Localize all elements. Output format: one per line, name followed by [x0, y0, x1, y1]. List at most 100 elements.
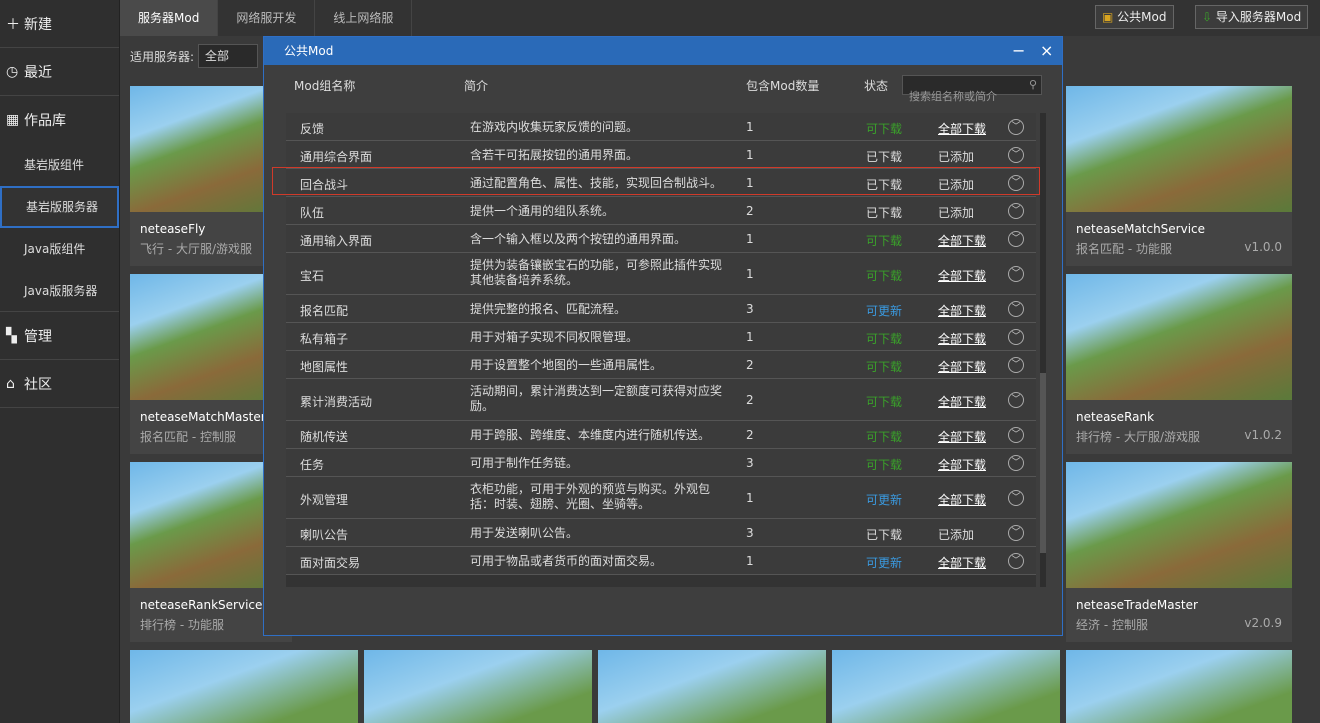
row-action[interactable]: 全部下载: [938, 428, 986, 445]
table-row[interactable]: 任务 可用于制作任务链。 3 可下载 全部下载 ﹀: [286, 449, 1036, 477]
card-subtitle: 排行榜 - 功能服: [140, 618, 224, 632]
mod-card[interactable]: neteaseTradeMaster 经济 - 控制服 v2.0.9: [1066, 462, 1292, 642]
chevron-down-icon[interactable]: ﹀: [1008, 147, 1024, 163]
chevron-down-icon[interactable]: ﹀: [1008, 553, 1024, 569]
row-action[interactable]: 全部下载: [938, 330, 986, 347]
nav-java-server[interactable]: Java版服务器: [0, 270, 119, 312]
minimize-icon[interactable]: −: [1012, 37, 1025, 65]
row-desc: 用于设置整个地图的一些通用属性。: [470, 357, 663, 372]
search-icon[interactable]: ⚲: [1029, 76, 1037, 94]
row-name: 面对面交易: [300, 556, 361, 570]
row-action: 已添加: [938, 150, 975, 164]
table-row[interactable]: 私有箱子 用于对箱子实现不同权限管理。 1 可下载 全部下载 ﹀: [286, 323, 1036, 351]
tab-network-dev[interactable]: 网络服开发: [218, 0, 316, 36]
table-row[interactable]: 报名匹配 提供完整的报名、匹配流程。 3 可更新 全部下载 ﹀: [286, 295, 1036, 323]
row-count: 1: [746, 148, 754, 162]
nav-bedrock-component[interactable]: 基岩版组件: [0, 144, 119, 186]
card-title: neteaseRank: [1076, 410, 1155, 424]
row-desc: 衣柜功能，可用于外观的预览与购买。外观包括：时装、翅膀、光圈、坐骑等。: [470, 482, 711, 511]
chevron-down-icon[interactable]: ﹀: [1008, 203, 1024, 219]
public-mod-button[interactable]: ▣ 公共Mod: [1095, 5, 1174, 29]
table-row[interactable]: 随机传送 用于跨服、跨维度、本维度内进行随机传送。 2 可下载 全部下载 ﹀: [286, 421, 1036, 449]
col-desc: 简介: [464, 79, 489, 93]
row-desc: 用于发送喇叭公告。: [470, 525, 579, 540]
mod-card-thumbnail[interactable]: [832, 650, 1060, 723]
row-count: 1: [746, 554, 754, 568]
row-action[interactable]: 全部下载: [938, 302, 986, 319]
chevron-down-icon[interactable]: ﹀: [1008, 266, 1024, 282]
card-title: neteaseTradeMaster: [1076, 598, 1198, 612]
row-name: 报名匹配: [300, 304, 349, 318]
chevron-down-icon[interactable]: ﹀: [1008, 329, 1024, 345]
row-count: 1: [746, 330, 754, 344]
mod-card-thumbnail[interactable]: [1066, 650, 1292, 723]
row-count: 3: [746, 456, 754, 470]
table-row[interactable]: 通用输入界面 含一个输入框以及两个按钮的通用界面。 1 可下载 全部下载 ﹀: [286, 225, 1036, 253]
table-row[interactable]: 地图属性 用于设置整个地图的一些通用属性。 2 可下载 全部下载 ﹀: [286, 351, 1036, 379]
chevron-down-icon[interactable]: ﹀: [1008, 301, 1024, 317]
nav-works[interactable]: ▦ 作品库: [0, 96, 119, 144]
row-status: 已下载: [866, 528, 903, 542]
row-action[interactable]: 全部下载: [938, 267, 986, 284]
home-icon: ⌂: [6, 375, 15, 392]
chevron-down-icon[interactable]: ﹀: [1008, 490, 1024, 506]
mod-card[interactable]: neteaseMatchService 报名匹配 - 功能服 v1.0.0: [1066, 86, 1292, 266]
tab-online-network[interactable]: 线上网络服: [315, 0, 413, 36]
card-version: v2.0.9: [1244, 616, 1282, 630]
card-thumbnail: [1066, 462, 1292, 588]
nav-bedrock-server[interactable]: 基岩版服务器: [0, 186, 119, 228]
table-row[interactable]: 面对面交易 可用于物品或者货币的面对面交易。 1 可更新 全部下载 ﹀: [286, 547, 1036, 575]
row-status: 可下载: [866, 234, 903, 248]
mod-card-thumbnail[interactable]: [364, 650, 592, 723]
table-row[interactable]: 喇叭公告 用于发送喇叭公告。 3 已下载 已添加 ﹀: [286, 519, 1036, 547]
row-action[interactable]: 全部下载: [938, 120, 986, 137]
card-thumbnail: [1066, 86, 1292, 212]
table-row[interactable]: 宝石 提供为装备镶嵌宝石的功能，可参照此插件实现其他装备培养系统。 1 可下载 …: [286, 253, 1036, 295]
chevron-down-icon[interactable]: ﹀: [1008, 392, 1024, 408]
import-mod-button[interactable]: ⇩ 导入服务器Mod: [1195, 5, 1309, 29]
nav-community[interactable]: ⌂ 社区: [0, 360, 119, 408]
card-subtitle: 报名匹配 - 功能服: [1076, 242, 1172, 256]
nav-manage[interactable]: ▚ 管理: [0, 312, 119, 360]
chevron-down-icon[interactable]: ﹀: [1008, 455, 1024, 471]
row-action[interactable]: 全部下载: [938, 358, 986, 375]
row-desc: 含若干可拓展按钮的通用界面。: [470, 147, 639, 162]
row-name: 通用综合界面: [300, 150, 373, 164]
chevron-down-icon[interactable]: ﹀: [1008, 525, 1024, 541]
chevron-down-icon[interactable]: ﹀: [1008, 357, 1024, 373]
table-row[interactable]: 反馈 在游戏内收集玩家反馈的问题。 1 可下载 全部下载 ﹀: [286, 113, 1036, 141]
dialog-titlebar: 公共Mod − ×: [264, 37, 1062, 65]
table-row[interactable]: 外观管理 衣柜功能，可用于外观的预览与购买。外观包括：时装、翅膀、光圈、坐骑等。…: [286, 477, 1036, 519]
table-header: Mod组名称 简介 包含Mod数量 状态 搜索组名称或简介 ⚲: [264, 65, 1062, 105]
row-action[interactable]: 全部下载: [938, 491, 986, 508]
row-desc: 提供一个通用的组队系统。: [470, 203, 615, 218]
table-row[interactable]: 队伍 提供一个通用的组队系统。 2 已下载 已添加 ﹀: [286, 197, 1036, 225]
nav-java-component[interactable]: Java版组件: [0, 228, 119, 270]
mod-card-thumbnail[interactable]: [598, 650, 826, 723]
close-icon[interactable]: ×: [1040, 37, 1053, 65]
chevron-down-icon[interactable]: ﹀: [1008, 427, 1024, 443]
chevron-down-icon[interactable]: ﹀: [1008, 119, 1024, 135]
mod-card[interactable]: neteaseRank 排行榜 - 大厅服/游戏服 v1.0.2: [1066, 274, 1292, 454]
col-count: 包含Mod数量: [746, 79, 820, 93]
tab-server-mod[interactable]: 服务器Mod: [120, 0, 219, 36]
row-action[interactable]: 全部下载: [938, 232, 986, 249]
row-action[interactable]: 全部下载: [938, 554, 986, 571]
card-thumbnail: [1066, 274, 1292, 400]
scrollbar-thumb[interactable]: [1040, 373, 1046, 553]
mod-card-thumbnail[interactable]: [130, 650, 358, 723]
plus-icon: ＋: [6, 16, 20, 33]
chevron-down-icon[interactable]: ﹀: [1008, 231, 1024, 247]
row-action[interactable]: 全部下载: [938, 393, 986, 410]
row-status: 可下载: [866, 122, 903, 136]
row-name: 喇叭公告: [300, 528, 349, 542]
nav-recent[interactable]: ◷ 最近: [0, 48, 119, 96]
server-filter-select[interactable]: 全部: [198, 44, 259, 68]
row-status: 可更新: [866, 493, 903, 507]
row-action[interactable]: 全部下载: [938, 456, 986, 473]
nav-new[interactable]: ＋新建: [0, 0, 119, 48]
table-row[interactable]: 通用综合界面 含若干可拓展按钮的通用界面。 1 已下载 已添加 ﹀: [286, 141, 1036, 169]
table-row[interactable]: 累计消费活动 活动期间，累计消费达到一定额度可获得对应奖励。 2 可下载 全部下…: [286, 379, 1036, 421]
search-input[interactable]: 搜索组名称或简介 ⚲: [902, 75, 1042, 103]
scrollbar[interactable]: [1040, 113, 1046, 587]
